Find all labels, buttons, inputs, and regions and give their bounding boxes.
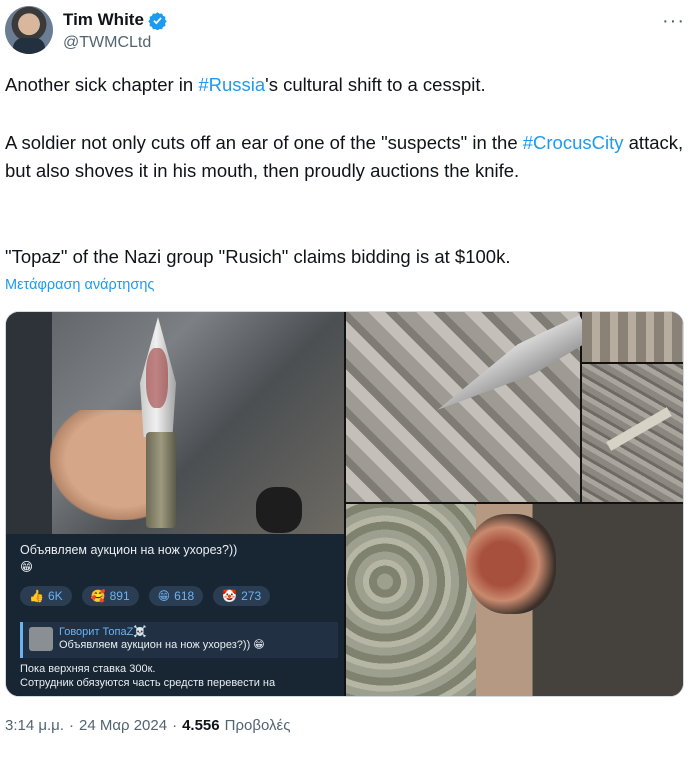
blade-stain bbox=[146, 348, 168, 408]
telegram-caption: Объявляем аукцион на нож ухорез?)) 😁 bbox=[20, 542, 237, 576]
separator: · bbox=[68, 717, 74, 734]
telegram-caption-emoji: 😁 bbox=[20, 560, 34, 574]
media-thumbnail-2[interactable] bbox=[582, 364, 683, 502]
timestamp-time[interactable]: 3:14 μ.μ. bbox=[5, 717, 64, 734]
camouflage-area bbox=[346, 504, 476, 696]
p2-text-before: A soldier not only cuts off an ear of on… bbox=[5, 132, 523, 153]
media-knife-on-stones[interactable] bbox=[346, 312, 580, 502]
knife-shape bbox=[606, 407, 672, 451]
knife-photo bbox=[6, 312, 344, 534]
boot-shape bbox=[256, 487, 302, 533]
reaction-thumbs-up[interactable]: 👍 6K bbox=[20, 586, 72, 606]
telegram-caption-text: Объявляем аукцион на нож ухорез?)) bbox=[20, 543, 238, 557]
quote-author: Говорит ТопаZ☠️ bbox=[59, 626, 147, 638]
name-row: Tim White bbox=[63, 10, 167, 30]
telegram-body-line-2: Сотрудник обязуются часть средств переве… bbox=[20, 677, 276, 689]
reaction-love[interactable]: 🥰 891 bbox=[81, 586, 139, 606]
tweet-meta: 3:14 μ.μ. · 24 Μαρ 2024 · 4.556 Προβολές bbox=[5, 717, 290, 734]
tweet-paragraph-1: Another sick chapter in #Russia's cultur… bbox=[5, 71, 685, 99]
p1-text-after: 's cultural shift to a cesspit. bbox=[265, 74, 486, 95]
separator: · bbox=[172, 717, 178, 734]
clown-icon: 🤡 bbox=[222, 589, 238, 603]
media-detained-man[interactable] bbox=[346, 504, 683, 696]
avatar-shirt bbox=[13, 38, 45, 54]
reaction-count: 6K bbox=[47, 589, 63, 603]
media-telegram-screenshot[interactable]: Объявляем аукцион на нож ухорез?)) 😁 👍 6K… bbox=[6, 312, 344, 696]
translate-post-link[interactable]: Μετάφραση ανάρτησης bbox=[5, 277, 154, 293]
smiling-hearts-icon: 🥰 bbox=[90, 589, 106, 603]
verified-badge-icon bbox=[148, 11, 167, 30]
media-thumbnail-1[interactable] bbox=[582, 312, 683, 362]
p1-text-before: Another sick chapter in bbox=[5, 74, 199, 95]
handle[interactable]: @TWMCLtd bbox=[63, 34, 151, 52]
tweet-paragraph-2: A soldier not only cuts off an ear of on… bbox=[5, 129, 685, 185]
hashtag-crocuscity[interactable]: #CrocusCity bbox=[523, 132, 624, 153]
reaction-grin[interactable]: 😁 618 bbox=[148, 586, 204, 606]
reaction-clown[interactable]: 🤡 273 bbox=[213, 586, 271, 606]
view-count: 4.556 bbox=[182, 717, 220, 734]
knife-shape bbox=[428, 312, 594, 422]
avatar[interactable] bbox=[5, 6, 53, 54]
hashtag-russia[interactable]: #Russia bbox=[198, 74, 265, 95]
grin-icon: 😁 bbox=[157, 589, 171, 603]
display-name[interactable]: Tim White bbox=[63, 10, 144, 30]
knife-handle-shape bbox=[146, 432, 176, 528]
reaction-count: 273 bbox=[241, 589, 262, 603]
quote-thumbnail bbox=[29, 627, 53, 651]
telegram-quote: Говорит ТопаZ☠️ Объявляем аукцион на нож… bbox=[20, 622, 338, 658]
tweet-paragraph-3: "Topaz" of the Nazi group "Rusich" claim… bbox=[5, 246, 511, 267]
media-grid: Объявляем аукцион на нож ухорез?)) 😁 👍 6K… bbox=[5, 311, 684, 697]
telegram-body-line-1: Пока верхняя ставка 300к. bbox=[20, 663, 156, 675]
reaction-count: 891 bbox=[109, 589, 130, 603]
face-shape bbox=[466, 514, 556, 614]
more-options-icon[interactable]: ··· bbox=[662, 10, 685, 33]
telegram-body: Пока верхняя ставка 300к. Сотрудник обяз… bbox=[20, 662, 338, 690]
photo-edge bbox=[6, 312, 52, 534]
views-label: Προβολές bbox=[224, 717, 291, 734]
reaction-count: 618 bbox=[174, 589, 195, 603]
tweet-header: Tim White @TWMCLtd ··· bbox=[5, 4, 695, 56]
thumbs-up-icon: 👍 bbox=[29, 589, 44, 603]
telegram-reactions: 👍 6K 🥰 891 😁 618 🤡 273 bbox=[20, 586, 271, 606]
timestamp-date[interactable]: 24 Μαρ 2024 bbox=[79, 717, 167, 734]
quote-text: Объявляем аукцион на нож ухорез?)) 😁 bbox=[59, 639, 265, 651]
